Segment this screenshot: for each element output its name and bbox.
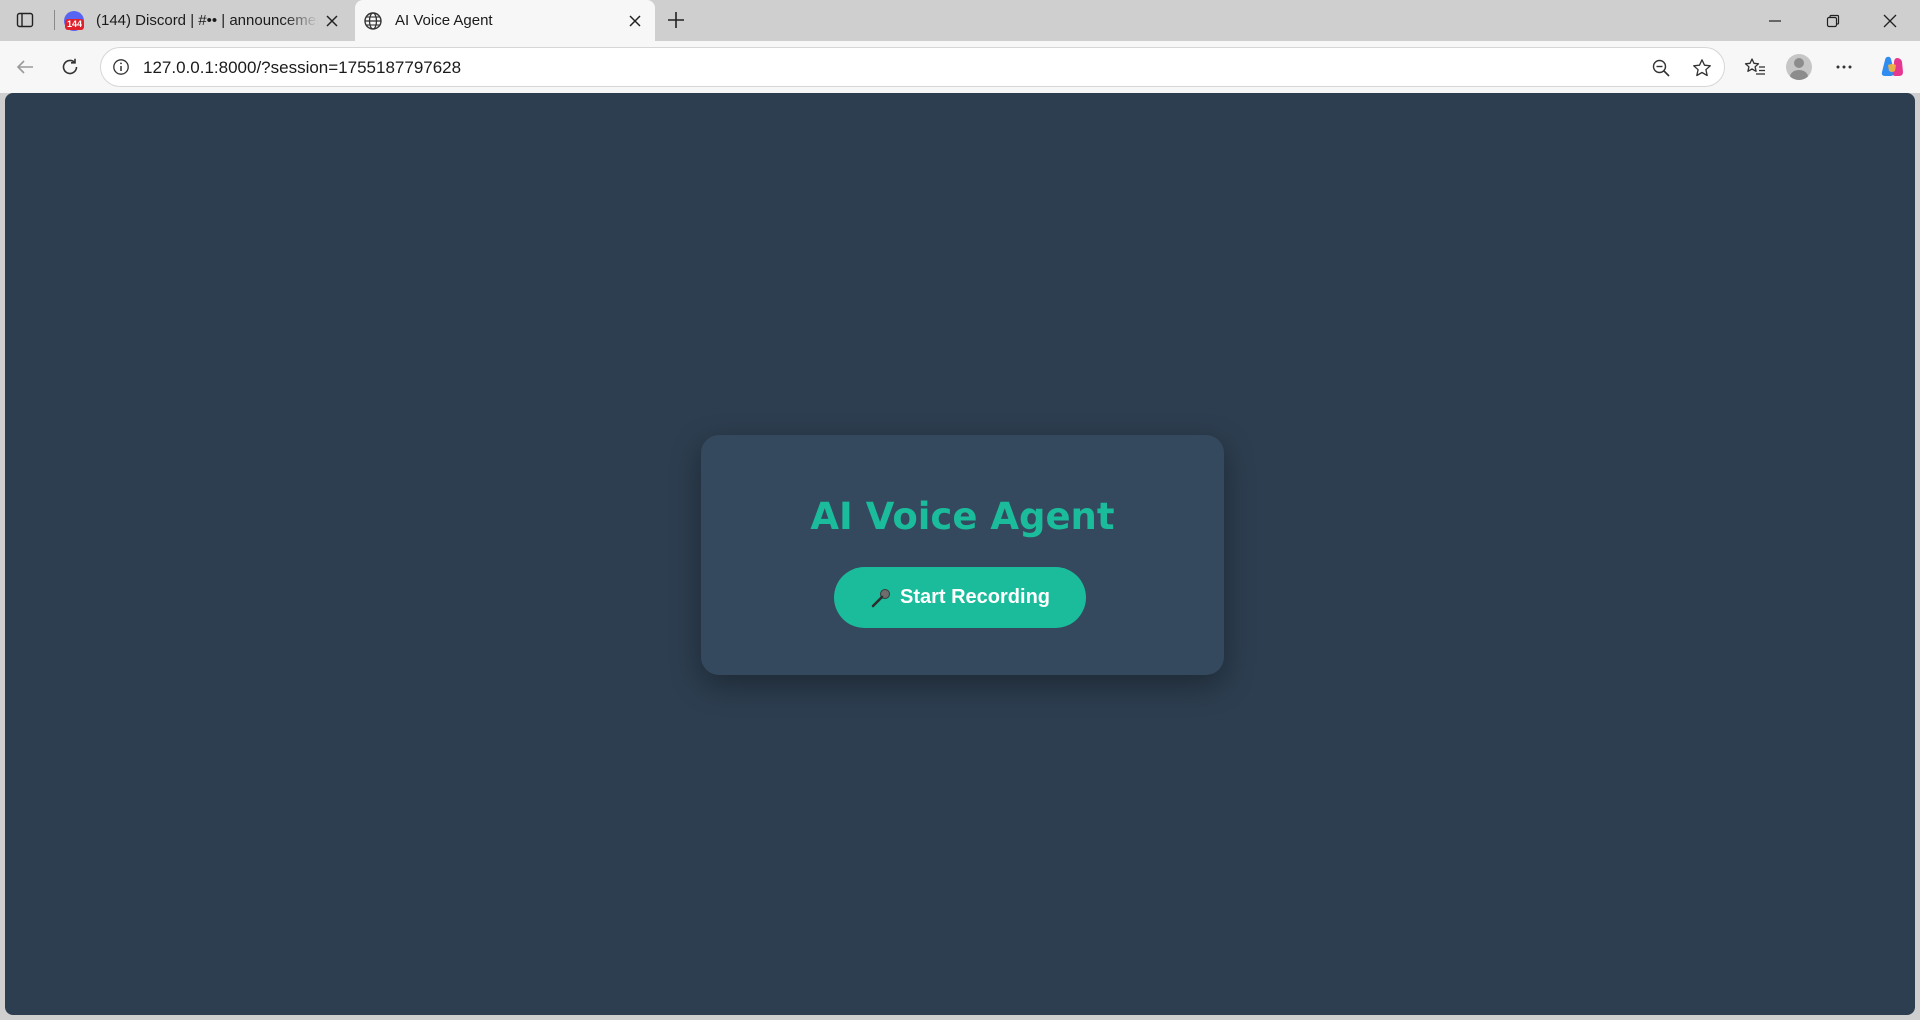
star-icon: [1693, 59, 1711, 77]
globe-icon: [363, 11, 383, 31]
reload-button[interactable]: [54, 51, 86, 83]
copilot-button[interactable]: [1876, 51, 1908, 83]
tab-title: AI Voice Agent: [395, 12, 493, 29]
back-arrow-icon: [16, 60, 33, 74]
favorites-icon: [1744, 58, 1765, 75]
tab-close-button[interactable]: [318, 7, 346, 35]
microphone-icon: [870, 587, 892, 609]
close-icon: [1883, 14, 1897, 27]
tab-title: (144) Discord | #•• | announcements: [96, 12, 318, 29]
favorites-button[interactable]: [1739, 51, 1771, 83]
profile-button[interactable]: [1783, 51, 1815, 83]
favorite-button[interactable]: [1687, 53, 1717, 83]
avatar: [1786, 54, 1812, 80]
address-bar[interactable]: 127.0.0.1:8000/?session=1755187797628: [100, 47, 1725, 87]
settings-menu-button[interactable]: [1828, 51, 1860, 83]
more-icon: [1836, 65, 1852, 69]
start-recording-button[interactable]: Start Recording: [834, 567, 1086, 628]
site-info-icon[interactable]: [111, 57, 131, 77]
page-viewport: AI Voice Agent Start Recording: [5, 93, 1915, 1015]
close-window-button[interactable]: [1862, 0, 1918, 41]
zoom-out-icon: [1652, 59, 1670, 77]
close-icon: [629, 14, 641, 27]
zoom-button[interactable]: [1646, 53, 1676, 83]
url-text[interactable]: 127.0.0.1:8000/?session=1755187797628: [143, 58, 461, 78]
voice-agent-card: AI Voice Agent Start Recording: [701, 435, 1224, 675]
close-icon: [326, 14, 338, 27]
back-button[interactable]: [9, 51, 41, 83]
tab-divider: [54, 10, 55, 30]
plus-icon: [668, 12, 684, 28]
minimize-icon: [1769, 19, 1781, 22]
copilot-icon: [1881, 56, 1903, 76]
reload-icon: [62, 58, 78, 75]
minimize-button[interactable]: [1747, 0, 1803, 41]
tab-actions-button[interactable]: [10, 8, 40, 32]
restore-button[interactable]: [1805, 0, 1861, 41]
tab-strip: 144 (144) Discord | #•• | announcements …: [0, 0, 1920, 41]
tab-ai-voice-agent[interactable]: AI Voice Agent: [355, 0, 655, 41]
restore-icon: [1826, 14, 1840, 27]
page-title: AI Voice Agent: [810, 495, 1115, 538]
discord-icon: 144: [64, 10, 85, 31]
tab-badge: 144: [65, 18, 85, 30]
start-recording-label: Start Recording: [899, 586, 1051, 608]
tab-close-button[interactable]: [621, 7, 649, 35]
browser-toolbar: 127.0.0.1:8000/?session=1755187797628: [0, 41, 1920, 93]
tab-discord[interactable]: 144 (144) Discord | #•• | announcements: [56, 0, 352, 41]
new-tab-button[interactable]: [662, 6, 690, 34]
tab-actions-icon: [16, 12, 34, 28]
